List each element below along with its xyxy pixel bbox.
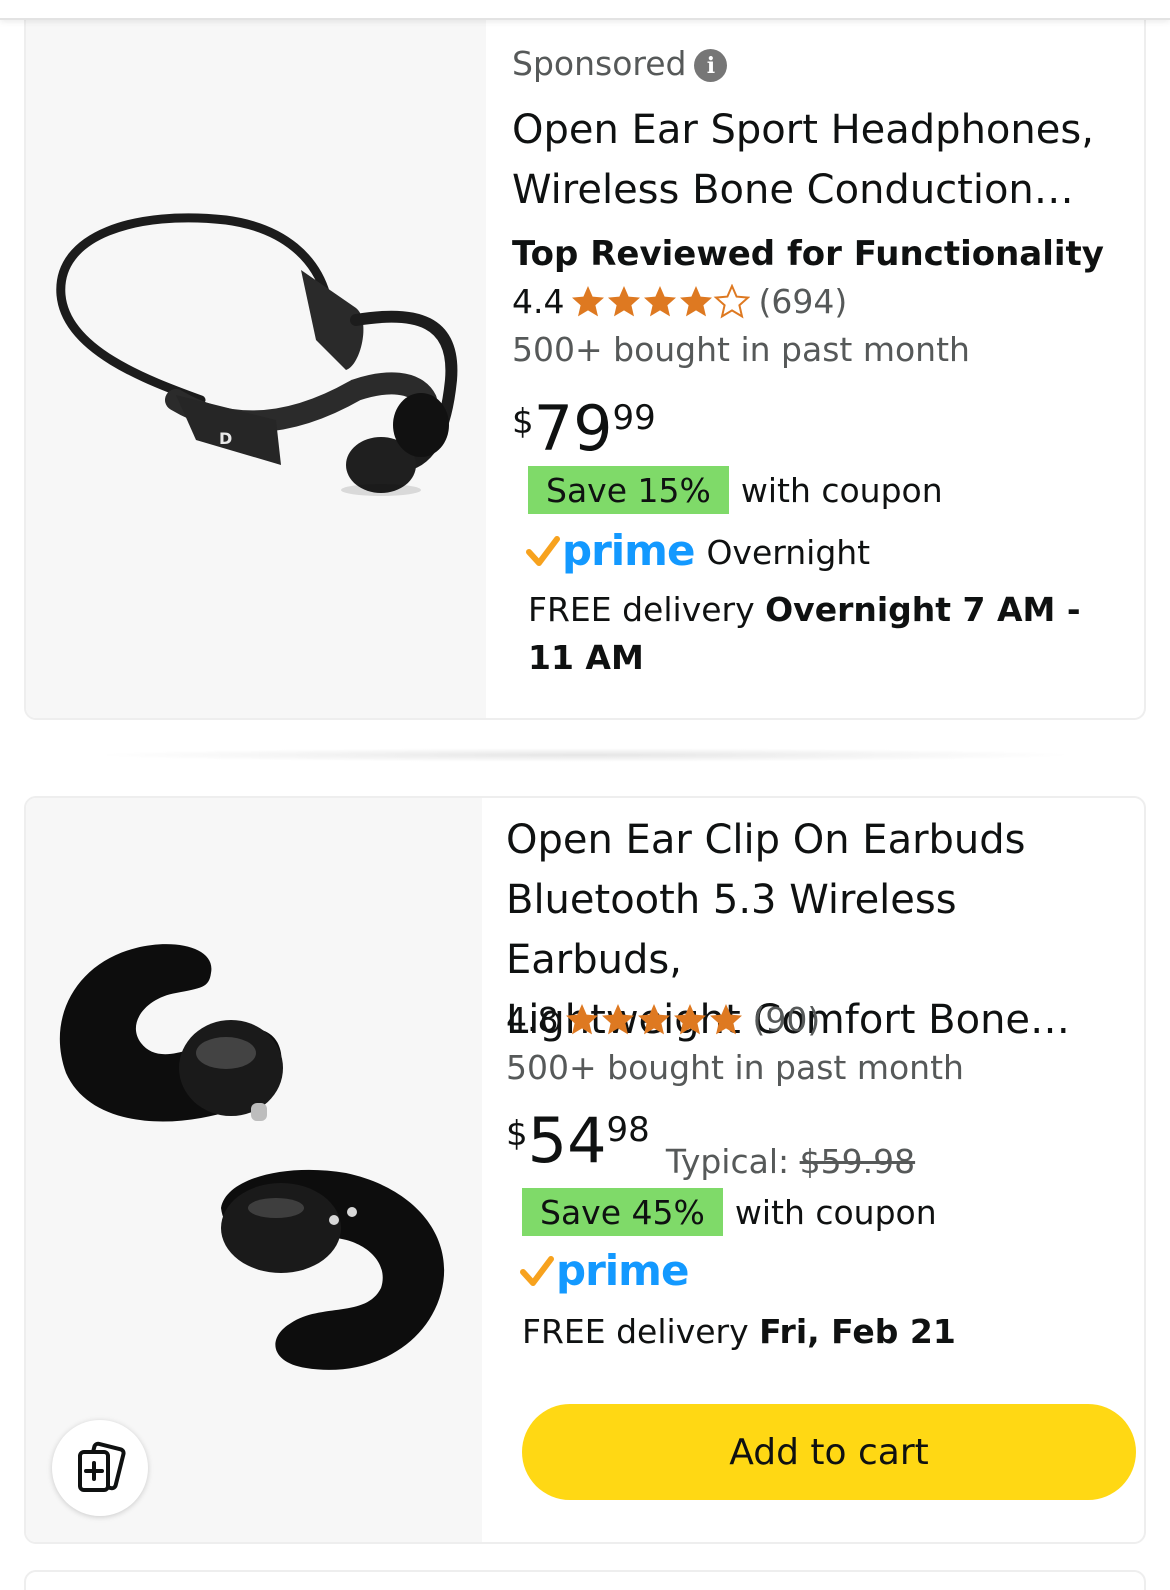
top-bar <box>0 0 1170 20</box>
rating-value: 4.8 <box>506 1000 559 1039</box>
product-image[interactable]: D <box>26 20 486 718</box>
star-rating-icon <box>564 1002 744 1038</box>
delivery-info: FREE delivery Fri, Feb 21 <box>522 1312 956 1351</box>
star-rating-icon <box>570 284 750 320</box>
product-title[interactable]: Open Ear Sport Headphones, Wireless Bone… <box>512 100 1094 220</box>
review-count: (694) <box>758 282 848 321</box>
sponsored-label[interactable]: Sponsored i <box>512 44 728 83</box>
save-badge[interactable]: Save 45% <box>522 1188 723 1236</box>
price: $ 79 99 <box>512 392 656 465</box>
product-card-3[interactable] <box>24 1570 1146 1590</box>
product-image[interactable] <box>26 798 482 1542</box>
bought-count: 500+ bought in past month <box>512 330 970 369</box>
compare-icon <box>78 1441 126 1492</box>
coupon-row[interactable]: Save 45% with coupon <box>522 1188 937 1236</box>
bought-count: 500+ bought in past month <box>506 1048 964 1087</box>
rating-value: 4.4 <box>512 282 565 321</box>
prime-logo: prime <box>556 1246 689 1295</box>
delivery-info: FREE delivery Overnight 7 AM - 11 AM <box>528 590 1081 677</box>
prime-check-icon <box>520 1255 554 1286</box>
price: $ 54 98 Typical: $59.98 <box>506 1104 916 1182</box>
compare-button[interactable] <box>52 1420 148 1516</box>
product-card-2[interactable]: Open Ear Clip On Earbuds Bluetooth 5.3 W… <box>24 796 1146 1544</box>
prime-logo: prime <box>562 526 695 575</box>
prime-row: prime Overnight <box>526 526 870 575</box>
info-icon[interactable]: i <box>694 49 728 82</box>
add-to-cart-button[interactable]: Add to cart <box>522 1404 1136 1500</box>
bone-conduction-headphones-image: D <box>56 213 458 496</box>
product-card-1[interactable]: D Sponsored i Open Ear Sport Headphones,… <box>24 20 1146 720</box>
card-separator <box>90 748 1080 762</box>
rating-row[interactable]: 4.8 (90) <box>506 1000 820 1039</box>
rating-row[interactable]: 4.4 (694) <box>512 282 847 321</box>
top-reviewed-badge: Top Reviewed for Functionality <box>512 234 1104 274</box>
coupon-row[interactable]: Save 15% with coupon <box>528 466 943 514</box>
prime-row: prime <box>520 1246 689 1295</box>
svg-text:D: D <box>219 429 232 448</box>
review-count: (90) <box>752 1000 821 1039</box>
typical-price: Typical: $59.98 <box>665 1142 916 1181</box>
save-badge[interactable]: Save 15% <box>528 466 729 514</box>
prime-check-icon <box>526 535 560 566</box>
